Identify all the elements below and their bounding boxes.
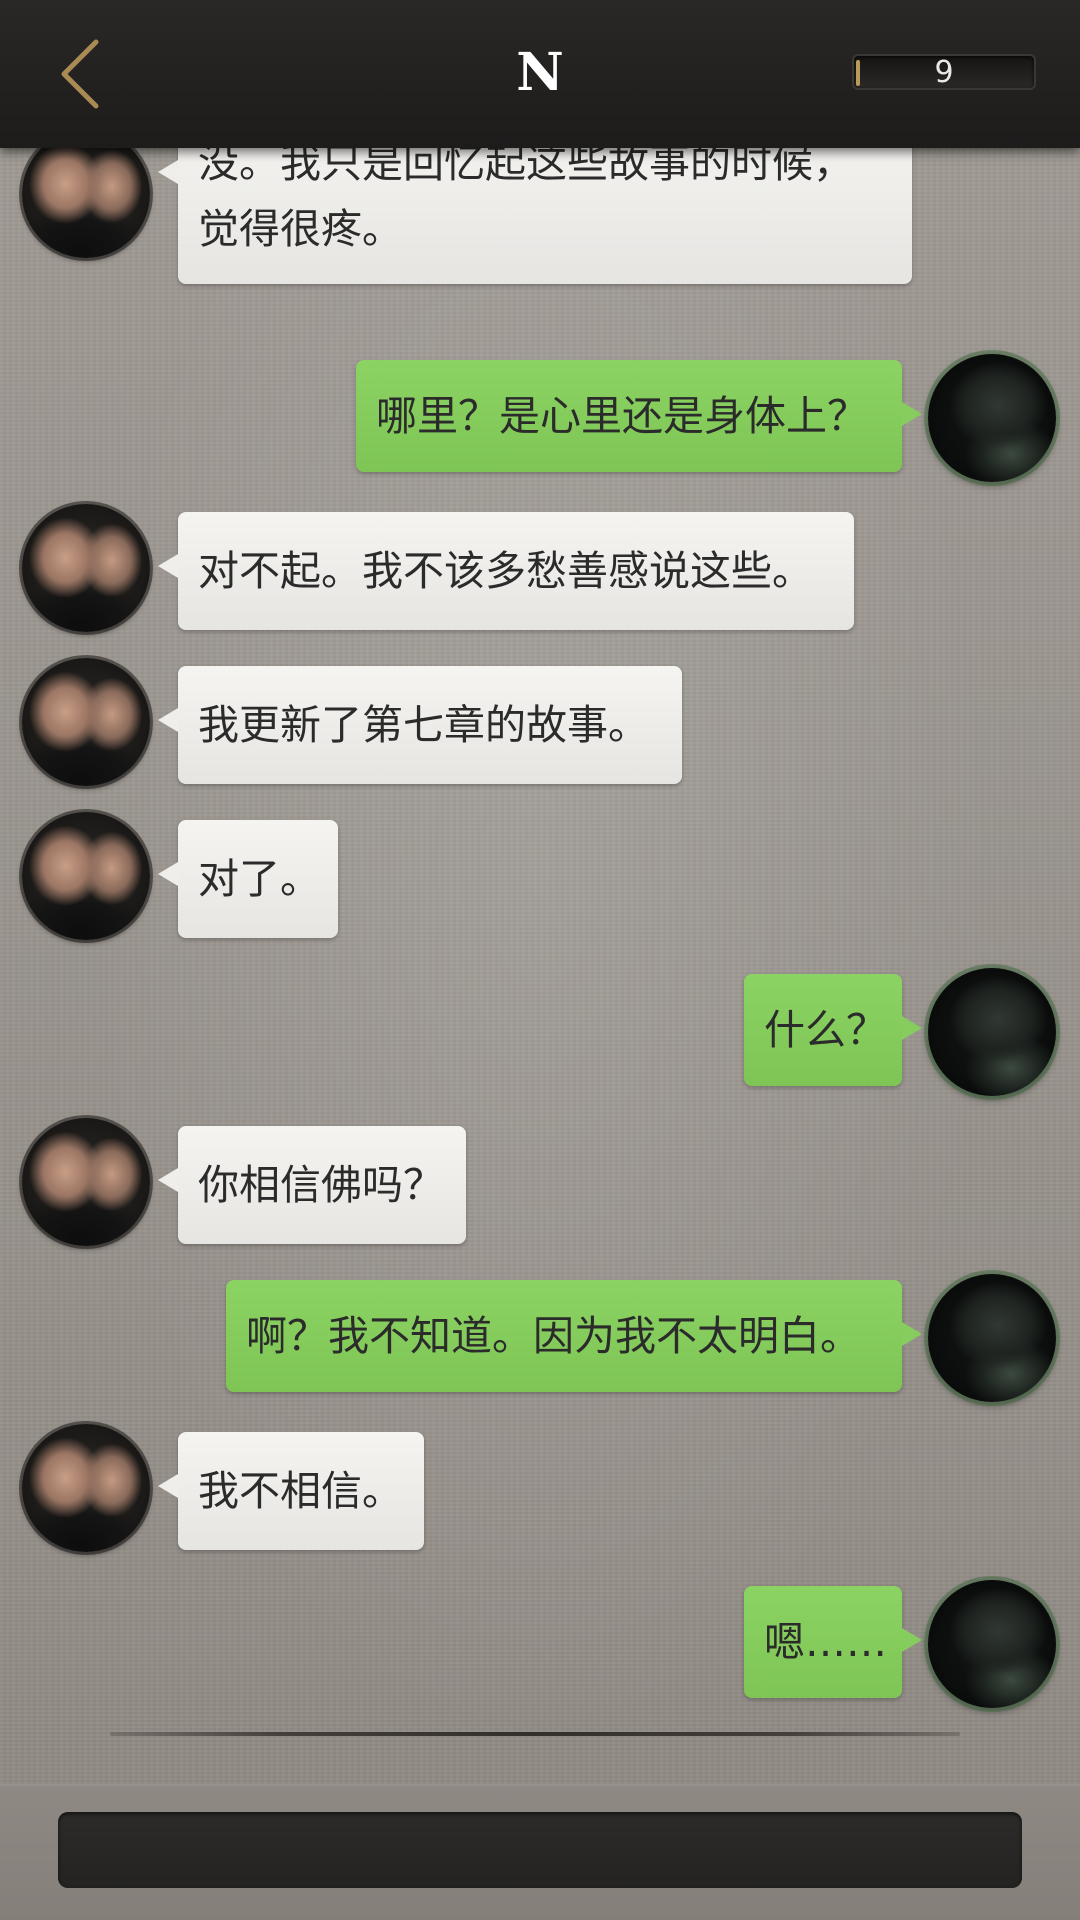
top-bar: N 9 (0, 0, 1080, 148)
message-bubble-received: 对了。 (158, 820, 338, 938)
message-bubble-sent: 什么？ (744, 974, 922, 1086)
message-bubble-sent: 啊？我不知道。因为我不太明白。 (226, 1280, 922, 1392)
message-bubble-received: 你相信佛吗？ (158, 1126, 466, 1244)
chat-log[interactable]: 没。我只是回忆起这些故事的时候，觉得很疼。 哪里？是心里还是身体上？ 对不起。我… (0, 148, 1080, 1740)
player-avatar[interactable] (928, 968, 1056, 1096)
player-avatar[interactable] (928, 1580, 1056, 1708)
npc-avatar[interactable] (22, 658, 150, 786)
counter-badge: 9 (852, 54, 1036, 90)
counter-value: 9 (934, 55, 954, 90)
message-bubble-received: 我更新了第七章的故事。 (158, 666, 682, 784)
npc-avatar[interactable] (22, 148, 150, 258)
npc-avatar[interactable] (22, 1118, 150, 1246)
player-avatar[interactable] (928, 354, 1056, 482)
player-avatar[interactable] (928, 1274, 1056, 1402)
chat-divider (110, 1732, 960, 1736)
message-bubble-sent: 哪里？是心里还是身体上？ (356, 360, 922, 472)
message-bubble-received: 对不起。我不该多愁善感说这些。 (158, 512, 854, 630)
bottom-bar (0, 1784, 1080, 1920)
npc-avatar[interactable] (22, 1424, 150, 1552)
message-bubble-sent: 嗯…… (744, 1586, 922, 1698)
message-input[interactable] (58, 1812, 1022, 1888)
npc-avatar[interactable] (22, 504, 150, 632)
message-bubble-received: 我不相信。 (158, 1432, 424, 1550)
npc-avatar[interactable] (22, 812, 150, 940)
message-bubble-received: 没。我只是回忆起这些故事的时候，觉得很疼。 (158, 148, 912, 284)
